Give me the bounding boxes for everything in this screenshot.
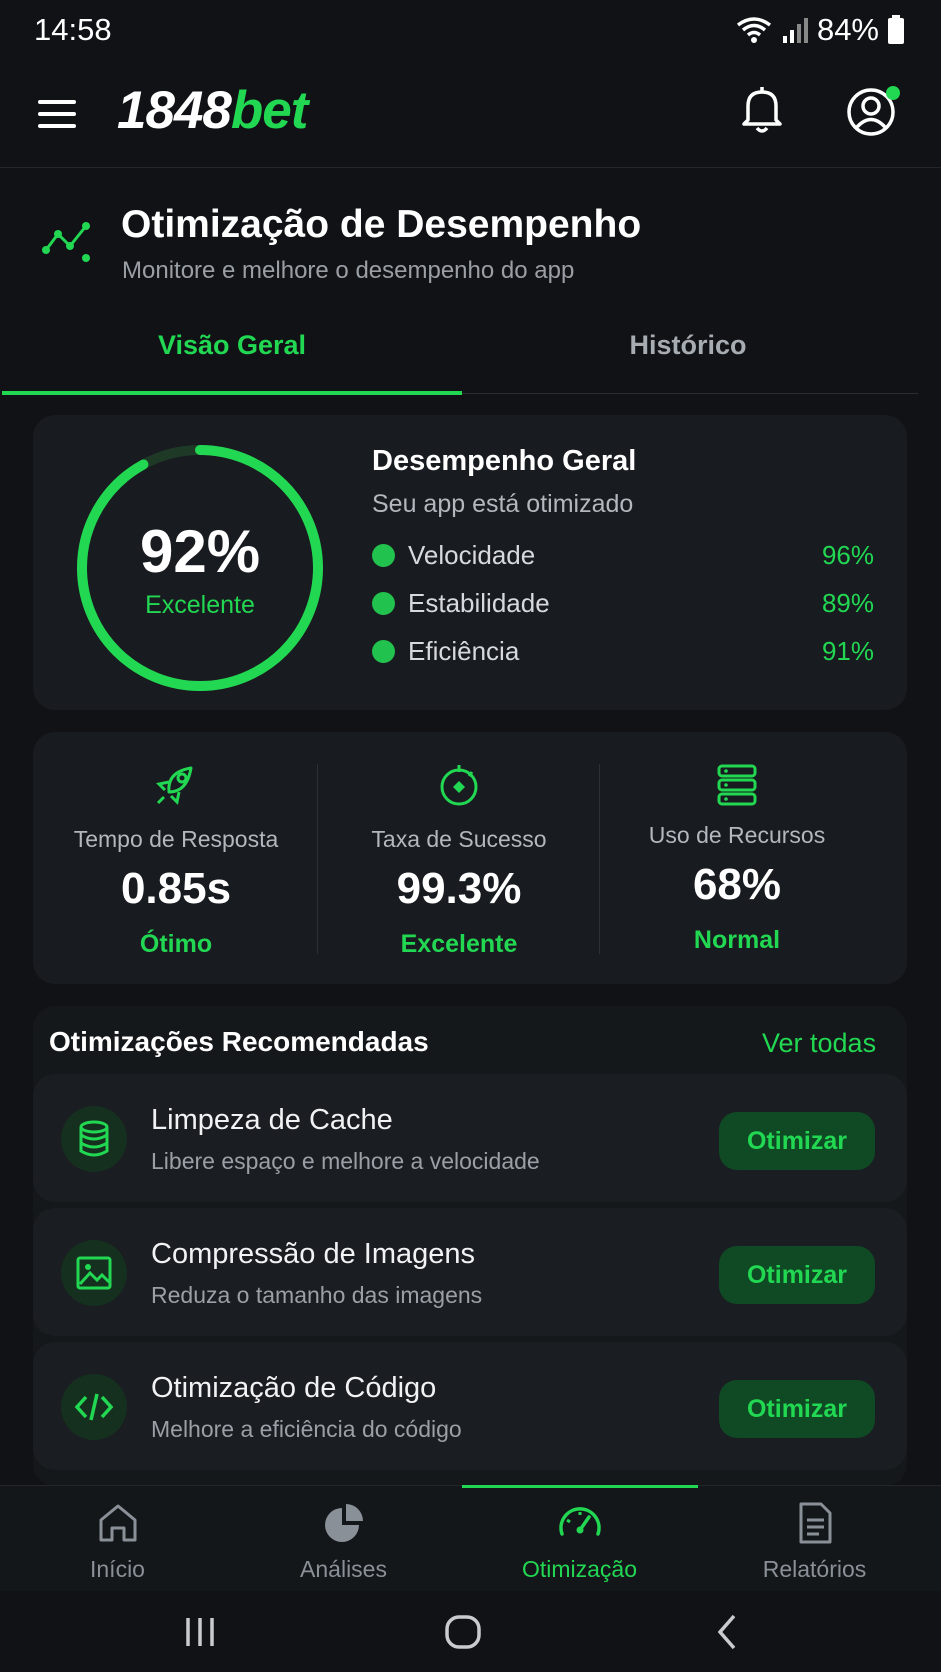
menu-button[interactable]: [34, 96, 78, 132]
overall-score-label: Excelente: [145, 591, 255, 619]
stat-status: Excelente: [400, 930, 518, 958]
check-icon: [372, 592, 395, 615]
page-title: Otimização de Desempenho: [121, 203, 642, 246]
trend-chart-icon: [40, 220, 96, 264]
overall-score: 92%: [139, 518, 261, 585]
battery-icon: [888, 15, 904, 44]
nav-label: Otimização: [521, 1556, 638, 1582]
stat-status: Normal: [693, 926, 781, 954]
metric-value: 91%: [821, 636, 874, 666]
wifi-icon: [736, 17, 772, 43]
pie-chart-icon: [324, 1504, 363, 1542]
battery-percentage: 84%: [816, 12, 879, 47]
back-button[interactable]: [697, 1608, 757, 1656]
database-icon: [61, 1106, 127, 1172]
app-logo: 1848bet: [117, 80, 308, 141]
target-icon: [440, 765, 478, 806]
overall-subtitle: Seu app está otimizado: [372, 490, 634, 518]
back-arrow-icon: [717, 1614, 736, 1650]
app-header: 1848bet: [0, 60, 941, 168]
recommendation-name: Otimização de Código: [151, 1372, 437, 1404]
logo-number: 1848: [117, 81, 232, 140]
tab-divider: [462, 393, 918, 394]
recent-apps-icon: [186, 1618, 214, 1646]
stat-status: Ótimo: [139, 930, 213, 958]
stat-label: Taxa de Sucesso: [371, 826, 547, 852]
stat-resource-usage: Uso de Recursos 68% Normal: [596, 732, 878, 984]
recommendation-item: Limpeza de Cache Libere espaço e melhore…: [33, 1074, 907, 1202]
bell-icon: [742, 87, 782, 133]
stat-label: Uso de Recursos: [648, 822, 826, 848]
nav-label: Análises: [300, 1556, 387, 1582]
recommendation-name: Limpeza de Cache: [151, 1104, 393, 1136]
status-icons: 84%: [735, 12, 905, 48]
home-button[interactable]: [433, 1608, 493, 1656]
stat-label: Tempo de Resposta: [73, 826, 279, 852]
metric-row-speed: Velocidade 96%: [372, 538, 874, 574]
logo-word: bet: [230, 81, 308, 140]
page-subtitle: Monitore e melhore o desempenho do app: [122, 257, 575, 284]
recommendation-description: Melhore a eficiência do código: [151, 1416, 462, 1442]
recent-apps-button[interactable]: [170, 1608, 230, 1656]
optimize-code-button[interactable]: Otimizar: [719, 1380, 875, 1438]
nav-label: Início: [90, 1556, 145, 1582]
nav-item-reports[interactable]: Relatórios: [697, 1500, 932, 1590]
metric-value: 96%: [821, 540, 874, 570]
overall-title: Desempenho Geral: [372, 445, 637, 477]
tab-history[interactable]: Histórico: [458, 330, 918, 394]
metric-row-stability: Estabilidade 89%: [372, 586, 874, 622]
metric-name: Velocidade: [408, 540, 536, 570]
nav-item-analytics[interactable]: Análises: [226, 1500, 461, 1590]
status-bar: 14:58 84%: [0, 0, 941, 60]
speedometer-icon: [558, 1507, 601, 1536]
nav-label: Relatórios: [762, 1556, 867, 1582]
home-icon: [99, 1504, 136, 1542]
nav-item-home[interactable]: Início: [0, 1500, 235, 1590]
document-icon: [799, 1502, 831, 1544]
rocket-icon: [155, 766, 193, 806]
stat-success-rate: Taxa de Sucesso 99.3% Excelente: [318, 732, 600, 984]
metric-row-efficiency: Eficiência 91%: [372, 634, 874, 670]
optimize-images-button[interactable]: Otimizar: [719, 1246, 875, 1304]
recommendation-item: Compressão de Imagens Reduza o tamanho d…: [33, 1208, 907, 1336]
stat-response-time: Tempo de Resposta 0.85s Ótimo: [35, 732, 317, 984]
metric-value: 89%: [821, 588, 874, 618]
signal-icon: [782, 18, 808, 43]
notifications-button[interactable]: [738, 84, 786, 140]
nav-active-indicator: [462, 1485, 698, 1488]
code-icon: [61, 1374, 127, 1440]
recommendations-title: Otimizações Recomendadas: [49, 1026, 429, 1057]
check-icon: [372, 544, 395, 567]
stat-value: 0.85s: [120, 864, 232, 913]
status-time: 14:58: [34, 12, 112, 47]
image-icon: [61, 1240, 127, 1306]
tab-overview[interactable]: Visão Geral: [2, 330, 462, 394]
metric-name: Eficiência: [408, 636, 520, 666]
recommendation-item: Otimização de Código Melhore a eficiênci…: [33, 1342, 907, 1470]
online-status-dot: [886, 86, 900, 100]
optimize-cache-button[interactable]: Otimizar: [719, 1112, 875, 1170]
check-icon: [372, 640, 395, 663]
home-circle-icon: [445, 1615, 481, 1649]
stat-value: 99.3%: [396, 864, 522, 913]
server-icon: [717, 764, 757, 806]
metric-name: Estabilidade: [408, 588, 550, 618]
active-tab-indicator: [2, 391, 462, 395]
see-all-link[interactable]: Ver todas: [762, 1028, 876, 1059]
stat-value: 68%: [692, 860, 782, 909]
nav-item-optimization[interactable]: Otimização: [462, 1500, 697, 1590]
recommendation-description: Reduza o tamanho das imagens: [151, 1282, 483, 1308]
recommendation-description: Libere espaço e melhore a velocidade: [151, 1148, 540, 1174]
recommendation-name: Compressão de Imagens: [151, 1238, 475, 1270]
